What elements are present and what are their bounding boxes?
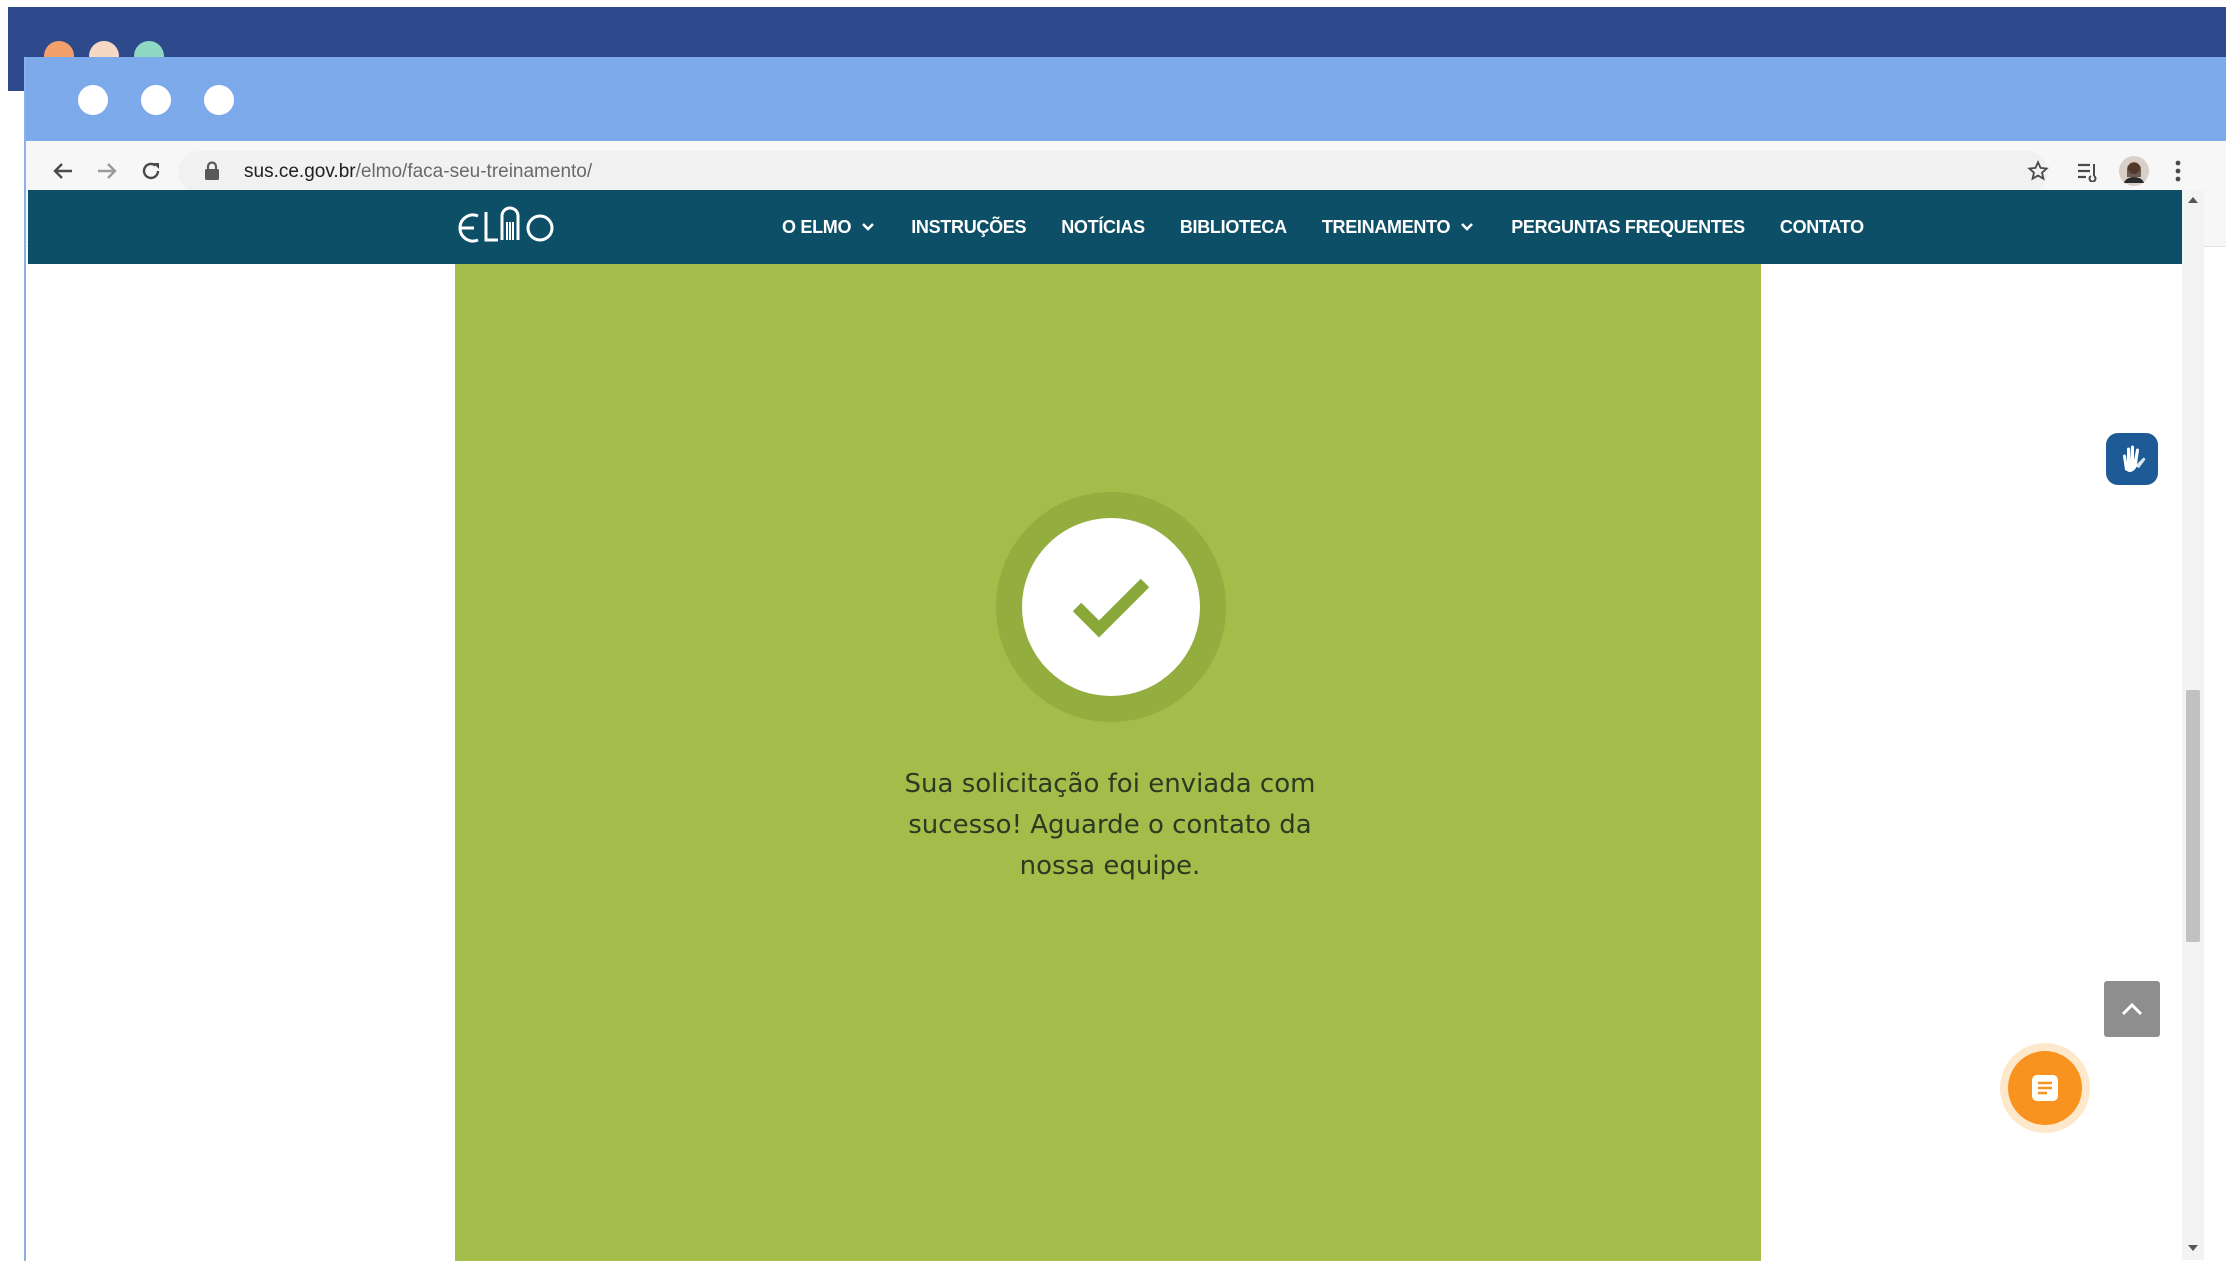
more-menu-icon[interactable] [2160,153,2196,189]
success-message: Sua solicitação foi enviada com sucesso!… [885,764,1335,887]
chat-button[interactable] [2000,1043,2090,1133]
nav-treinamento[interactable]: TREINAMENTO [1322,217,1474,238]
scroll-down-arrow-icon[interactable] [2187,1244,2199,1254]
success-panel: Sua solicitação foi enviada com sucesso!… [455,264,1761,1261]
site-header: O ELMO INSTRUÇÕES NOTÍCIAS BIBLIOTECA TR… [28,190,2182,264]
main-nav: O ELMO INSTRUÇÕES NOTÍCIAS BIBLIOTECA TR… [782,190,1864,264]
success-message-line-2: sucesso! Aguarde o contato da [908,810,1312,840]
chevron-up-icon [2121,1002,2143,1016]
url-text: sus.ce.gov.br/elmo/faca-seu-treinamento/ [244,161,592,183]
window-dot-2 [141,85,171,115]
nav-contato[interactable]: CONTATO [1780,217,1864,238]
url-host: sus.ce.gov.br [244,161,356,182]
checkmark-icon [1072,578,1150,638]
star-icon[interactable] [2020,153,2056,189]
success-badge [996,492,1226,722]
back-to-top-button[interactable] [2104,981,2160,1037]
nav-biblioteca[interactable]: BIBLIOTECA [1180,217,1287,238]
lock-icon [204,161,222,183]
chat-button-inner [2008,1051,2082,1125]
address-bar[interactable]: sus.ce.gov.br/elmo/faca-seu-treinamento/ [178,151,2048,193]
nav-contato-label: CONTATO [1779,216,1864,237]
reading-list-icon[interactable] [2070,153,2106,189]
nav-perguntas-frequentes[interactable]: PERGUNTAS FREQUENTES [1511,217,1745,238]
profile-avatar[interactable] [2116,153,2152,189]
window-titlebar [26,57,2226,141]
window-dot-1 [78,85,108,115]
nav-noticias-label: NOTÍCIAS [1061,216,1145,237]
chat-document-icon [2032,1075,2058,1101]
back-arrow-icon[interactable] [46,154,80,188]
nav-noticias[interactable]: NOTÍCIAS [1061,217,1145,238]
nav-treinamento-label: TREINAMENTO [1321,216,1451,237]
success-circle [1022,518,1200,696]
success-message-line-3: nossa equipe. [1019,851,1201,881]
scroll-up-arrow-icon[interactable] [2187,196,2199,206]
reload-icon[interactable] [134,154,168,188]
browser-window: sus.ce.gov.br/elmo/faca-seu-treinamento/ [24,57,2226,1261]
elmo-logo[interactable] [456,202,576,252]
nav-perguntas-label: PERGUNTAS FREQUENTES [1511,216,1745,237]
nav-instrucoes[interactable]: INSTRUÇÕES [911,217,1026,238]
url-path: /elmo/faca-seu-treinamento/ [355,161,593,182]
nav-o-elmo-label: O ELMO [782,216,852,237]
chevron-down-icon [862,223,875,231]
chevron-down-icon [1461,223,1474,231]
success-message-line-1: Sua solicitação foi enviada com [904,769,1316,799]
nav-biblioteca-label: BIBLIOTECA [1179,216,1287,237]
nav-o-elmo[interactable]: O ELMO [782,217,875,238]
window-dot-3 [204,85,234,115]
scroll-thumb[interactable] [2186,690,2200,942]
forward-arrow-icon[interactable] [90,154,124,188]
nav-instrucoes-label: INSTRUÇÕES [911,216,1027,237]
page-scrollbar[interactable] [2182,190,2204,1260]
sign-language-hands-icon[interactable] [2106,433,2158,485]
